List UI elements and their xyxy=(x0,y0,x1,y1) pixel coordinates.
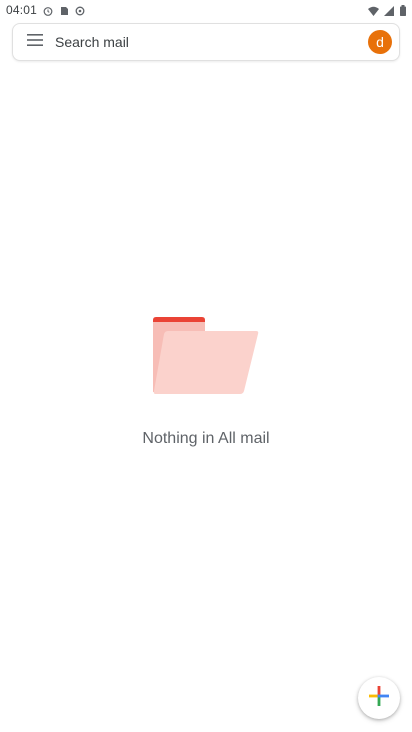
menu-button[interactable] xyxy=(15,23,55,61)
status-bar: 04:01 xyxy=(0,0,412,20)
sync-icon xyxy=(75,5,85,16)
wifi-icon xyxy=(368,5,379,16)
search-bar[interactable]: Search mail d xyxy=(12,23,400,61)
battery-icon xyxy=(400,5,406,16)
avatar-letter: d xyxy=(376,34,384,50)
empty-state-message: Nothing in All mail xyxy=(142,430,270,447)
signal-icon xyxy=(384,5,394,16)
avatar[interactable]: d xyxy=(368,30,392,54)
status-time: 04:01 xyxy=(6,3,38,17)
status-left: 04:01 xyxy=(6,3,85,17)
hamburger-menu-icon xyxy=(27,33,43,51)
compose-plus-icon xyxy=(369,685,389,711)
compose-button[interactable] xyxy=(358,677,400,719)
search-input[interactable]: Search mail xyxy=(55,34,368,50)
folder-icon xyxy=(150,312,262,400)
alarm-icon xyxy=(43,5,53,16)
status-right xyxy=(368,5,406,16)
sd-card-icon xyxy=(59,5,69,15)
